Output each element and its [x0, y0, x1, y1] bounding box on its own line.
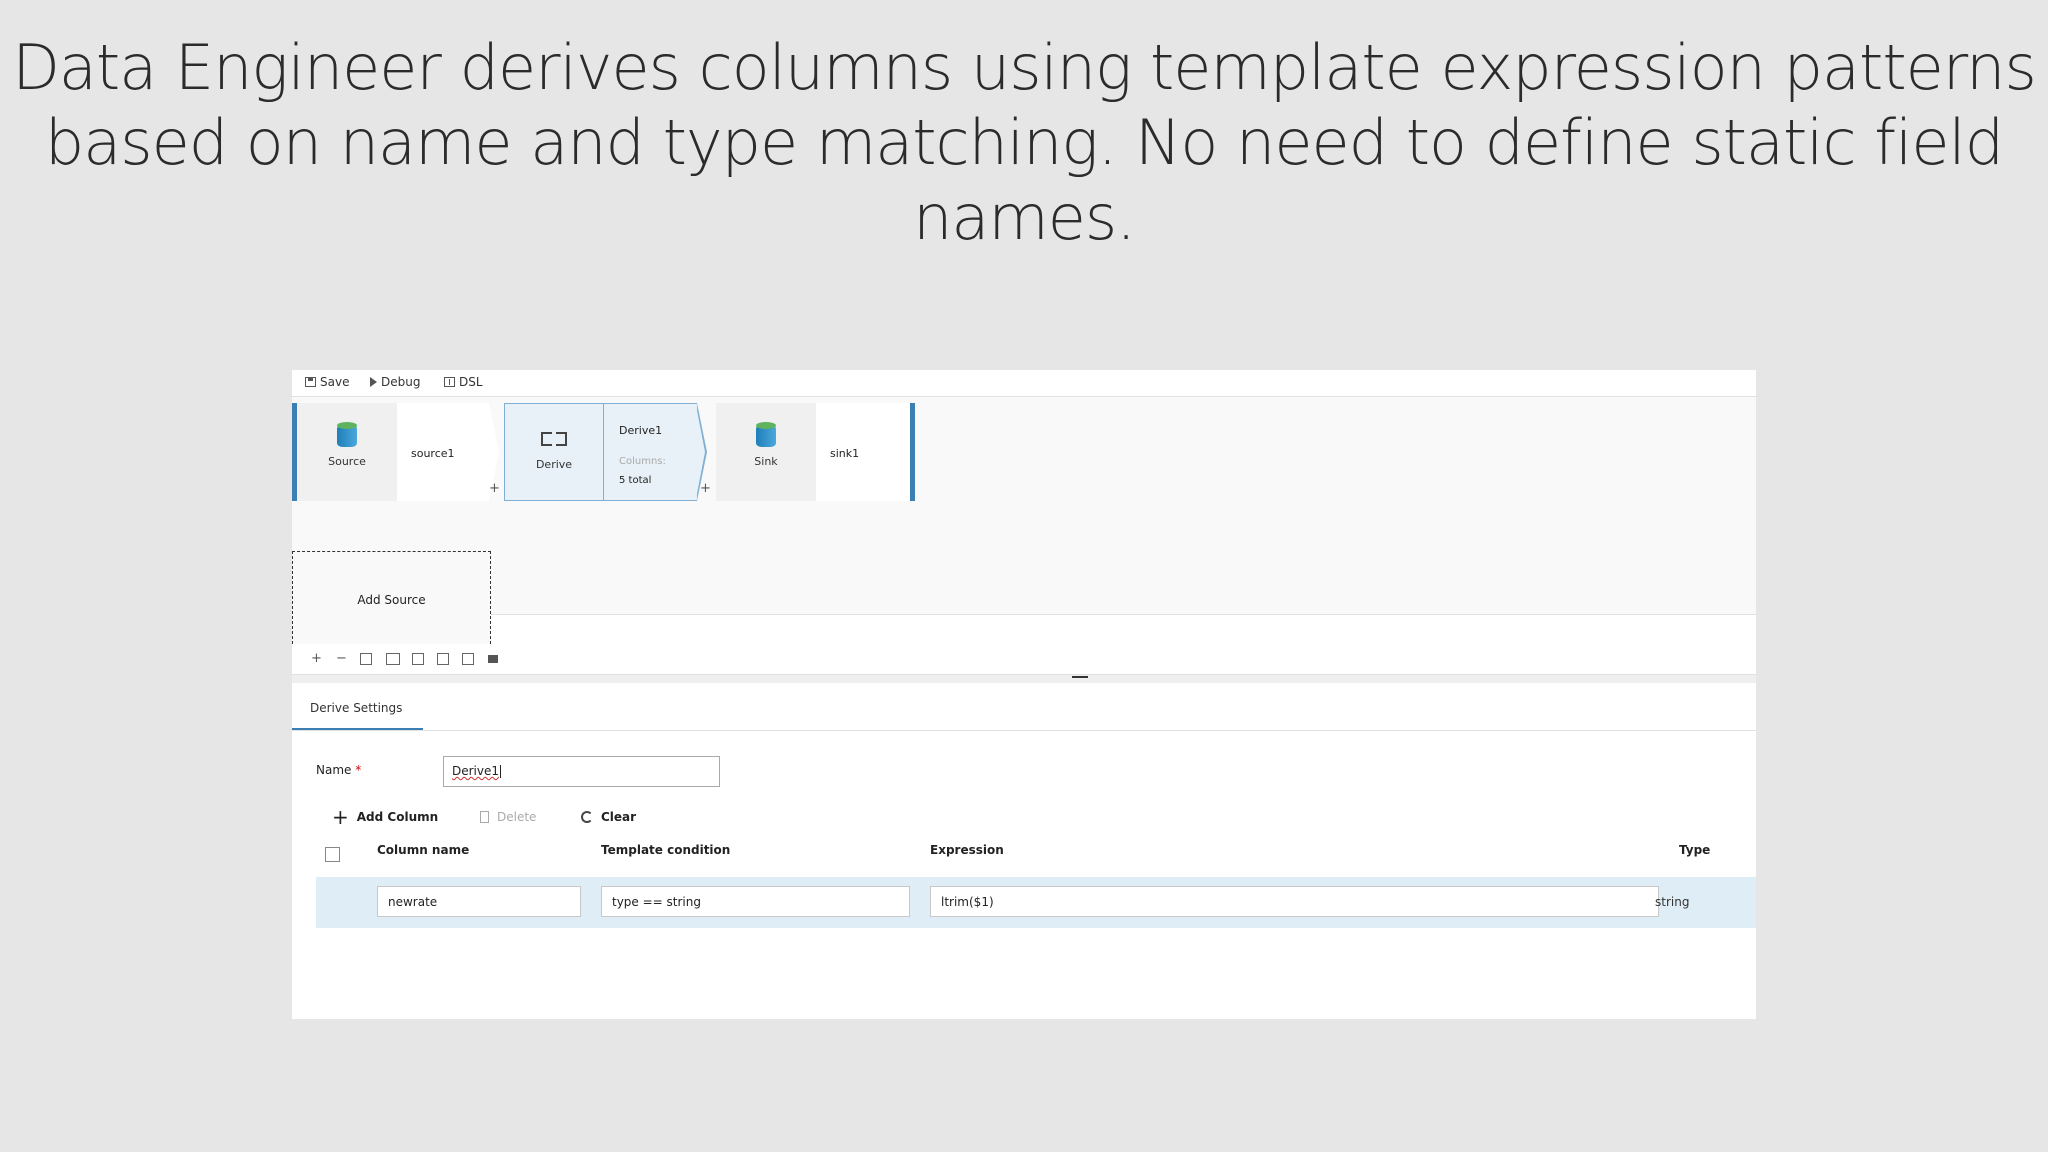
add-source-button[interactable]: Add Source	[292, 551, 491, 649]
source-node[interactable]: source1	[397, 403, 489, 501]
tab-divider	[292, 730, 1756, 731]
add-column-label: Add Column	[356, 810, 439, 824]
derive-icon	[541, 432, 567, 446]
column-name-input[interactable]: newrate	[377, 886, 581, 917]
splitter-handle[interactable]	[1072, 676, 1088, 678]
column-header-type[interactable]: Type	[1679, 843, 1710, 857]
debug-button[interactable]: Debug	[370, 375, 420, 389]
plus-icon: +	[332, 805, 349, 829]
database-icon	[337, 422, 357, 447]
derive-node-name: Derive1	[619, 424, 663, 437]
column-header-template-condition[interactable]: Template condition	[601, 843, 730, 857]
derive-node-icon-tile[interactable]: Derive	[504, 403, 604, 501]
top-toolbar: Save Debug DSL	[292, 370, 1756, 397]
debug-label: Debug	[381, 375, 421, 389]
fit-to-screen-icon[interactable]	[412, 653, 424, 665]
template-condition-input[interactable]: type == string	[601, 886, 910, 917]
name-input-value: Derive1	[452, 764, 500, 778]
trash-icon	[480, 811, 489, 823]
derive-node[interactable]: Derive1 Columns: 5 total	[604, 403, 697, 501]
zoom-in-icon[interactable]: +	[310, 652, 323, 665]
stream-edge-right	[910, 403, 915, 501]
name-field-label: Name *	[316, 763, 361, 777]
required-mark: *	[355, 763, 362, 777]
add-transform-plus-1[interactable]: +	[489, 481, 500, 496]
debug-icon	[370, 377, 377, 387]
slide-headline: Data Engineer derives columns using temp…	[0, 30, 2048, 255]
minimap-icon[interactable]	[488, 655, 498, 663]
add-column-button[interactable]: + Add Column	[332, 807, 438, 827]
add-transform-plus-2[interactable]: +	[700, 481, 711, 496]
save-icon	[305, 377, 316, 387]
sink-node-type: Sink	[754, 455, 778, 468]
headline-line-2: based on name and type matching. No need…	[44, 106, 2004, 179]
panel-splitter[interactable]	[292, 675, 1756, 683]
name-label-text: Name	[316, 763, 352, 777]
source-node-icon-tile[interactable]: Source	[297, 403, 397, 501]
flow-stream: Source source1 + Derive Derive1 Columns:…	[292, 403, 922, 501]
headline-line-3: names.	[913, 181, 1136, 254]
lock-icon[interactable]	[360, 653, 372, 665]
type-value: string	[1655, 895, 1690, 909]
sink-node-icon-tile[interactable]: Sink	[716, 403, 816, 501]
settings-panel: Derive Settings Name * Derive1 + Add Col…	[292, 683, 1756, 1019]
source-node-type: Source	[328, 455, 366, 468]
headline-line-1: Data Engineer derives columns using temp…	[12, 31, 2037, 104]
tab-derive-settings-label: Derive Settings	[310, 701, 403, 715]
dsl-button[interactable]: DSL	[444, 375, 483, 389]
zoom-out-icon[interactable]: −	[335, 652, 348, 665]
name-input[interactable]: Derive1	[443, 756, 720, 787]
clear-label: Clear	[601, 810, 637, 824]
delete-button[interactable]: Delete	[480, 807, 536, 827]
flow-canvas[interactable]: Source source1 + Derive Derive1 Columns:…	[292, 397, 1756, 649]
dsl-icon	[444, 377, 455, 387]
canvas-zoom-toolbar: + −	[292, 644, 1756, 675]
derive-node-type: Derive	[535, 458, 573, 471]
database-icon	[756, 422, 776, 447]
select-icon[interactable]	[437, 653, 449, 665]
column-header-expression[interactable]: Expression	[930, 843, 1004, 857]
tab-derive-settings[interactable]: Derive Settings	[292, 683, 423, 730]
derive-columns-label: Columns:	[619, 456, 666, 467]
delete-label: Delete	[497, 810, 537, 824]
sink-node[interactable]: sink1	[816, 403, 910, 501]
sink-node-name: sink1	[830, 447, 860, 460]
dsl-label: DSL	[459, 375, 483, 389]
data-flow-editor: Save Debug DSL Source source1 + Derive D…	[292, 370, 1756, 1019]
derive-columns-count: 5 total	[619, 475, 652, 486]
clear-button[interactable]: Clear	[581, 807, 636, 827]
source-node-name: source1	[411, 447, 455, 460]
zoom-100-icon[interactable]	[386, 653, 400, 665]
save-label: Save	[320, 375, 350, 389]
expression-input[interactable]: ltrim($1)	[930, 886, 1659, 917]
add-source-label: Add Source	[357, 593, 426, 607]
refresh-icon	[581, 811, 593, 823]
table-row[interactable]: newrate type == string ltrim($1) string	[316, 877, 1756, 928]
auto-align-icon[interactable]	[462, 653, 474, 665]
save-button[interactable]: Save	[305, 375, 349, 389]
column-header-name[interactable]: Column name	[377, 843, 469, 857]
select-all-checkbox[interactable]	[325, 847, 340, 862]
text-cursor	[500, 765, 502, 778]
